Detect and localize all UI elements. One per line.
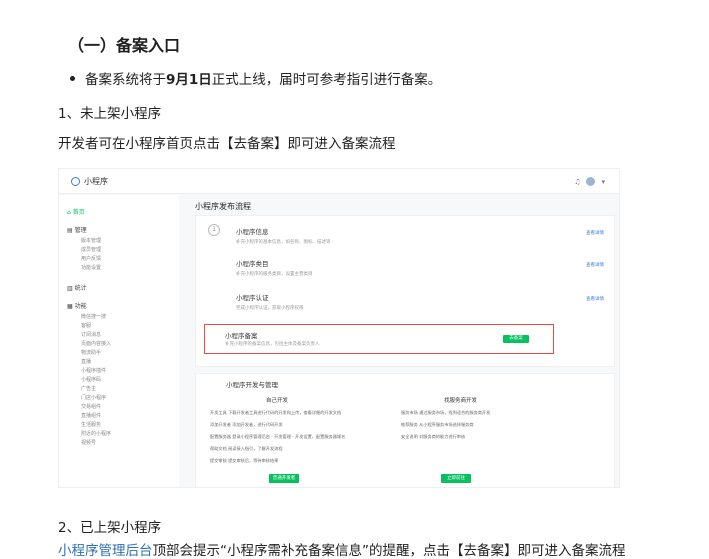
bullet-item: 备案系统将于 9月1日 正式上线，届时可参考指引进行备案。 xyxy=(70,68,441,88)
step-title: 小程序类目 xyxy=(236,260,269,268)
dev-left-row: 添加开发者 添加开发者，进行代码开发 xyxy=(210,422,283,427)
chevron-down-icon: ▾ xyxy=(601,177,605,186)
bell-icon: ♫ xyxy=(574,177,581,186)
step-title: 小程序认证 xyxy=(236,294,269,302)
go-beian-button[interactable]: 去备案 xyxy=(503,335,529,343)
sidebar-sub: 订阅消息 xyxy=(81,332,102,338)
dev-left-row: 提交审核 提交审核后，等待审核结果 xyxy=(210,458,279,463)
sidebar-sub: 物流助手 xyxy=(81,350,102,356)
sidebar-sub: 直播 xyxy=(81,359,92,365)
paragraph-published-text: 顶部会提示“小程序需补充备案信息”的提醒，点击【去备案】即可进入备案流程 xyxy=(152,543,626,559)
bullet-text-pre: 备案系统将于 xyxy=(85,72,166,88)
dev-left-row: 配置服务器 登录小程序管理后台 - 开发管理 - 开发设置，配置服务器域名 xyxy=(210,434,346,439)
shot-logo-text: 小程序 xyxy=(84,177,108,186)
section-heading: （一）备案入口 xyxy=(68,36,181,55)
beian-step-desc: 补充小程序的备案信息，包括主体及备案负责人 xyxy=(225,342,320,347)
shot-topbar: 小程序 ♫ ▾ xyxy=(59,169,619,194)
shot-sidebar: ⌂ 首页 ▤ 管理 版本管理 成员管理 用户反馈 功能设置 ▥ 统计 ▦ 功能 … xyxy=(59,195,179,487)
sidebar-sub: 门店小程序 xyxy=(81,395,107,401)
sidebar-sub: 附近的小程序 xyxy=(81,431,112,437)
sidebar-sub: 版本管理 xyxy=(81,238,102,244)
bullet-text-post: 正式上线，届时可参考指引进行备案。 xyxy=(211,72,442,88)
dev-right-button[interactable]: 立即前往 xyxy=(441,474,471,483)
sidebar-sub: 用户反馈 xyxy=(81,256,102,262)
shot-topbar-right: ♫ ▾ xyxy=(574,177,605,186)
paragraph-unpublished: 开发者可在小程序首页点击【去备案】即可进入备案流程 xyxy=(58,136,396,152)
step-category: 小程序类目 补充小程序的服务类目，设置主营类目 xyxy=(236,258,313,277)
subheading-published: 2、已上架小程序 xyxy=(58,520,162,536)
highlighted-beian-step: 小程序备案 补充小程序的备案信息，包括主体及备案负责人 去备案 xyxy=(204,324,554,354)
step-title: 小程序信息 xyxy=(236,228,269,236)
dev-right-row: 安全说明 对服务商的能力进行审核 xyxy=(401,434,466,439)
mini-program-logo-icon xyxy=(71,177,80,186)
sidebar-sub: 视频号 xyxy=(81,440,97,446)
dev-left-button[interactable]: 普通开发者 xyxy=(269,474,299,483)
step-desc: 补充小程序的基本信息，如名称、图标、描述等 xyxy=(236,240,331,245)
beian-step-title: 小程序备案 xyxy=(225,332,258,340)
avatar xyxy=(586,177,596,186)
dev-right-row: 推荐服务 从小程序服务市场选择服务商 xyxy=(401,422,474,427)
paragraph-published: 小程序管理后台顶部会提示“小程序需补充备案信息”的提醒，点击【去备案】即可进入备… xyxy=(58,539,626,559)
shot-main-title: 小程序发布流程 xyxy=(195,202,251,211)
dev-right-row: 服务市场 通过服务市场，找到适合的服务商开发 xyxy=(401,410,491,415)
step-info: 小程序信息 补充小程序的基本信息，如名称、图标、描述等 xyxy=(236,226,331,245)
sidebar-sub: 广告主 xyxy=(81,386,97,392)
dev-left-row: 帮助文档 阅读接入指引，了解开发流程 xyxy=(210,446,283,451)
sidebar-item-features: ▦ 功能 xyxy=(67,303,87,310)
step-number-1: 1 xyxy=(208,224,220,236)
embedded-screenshot: 小程序 ♫ ▾ ⌂ 首页 ▤ 管理 版本管理 成员管理 用户反馈 功能设置 ▥ 统… xyxy=(58,168,620,488)
dev-card: 小程序开发与管理 自己开发 找服务商开发 开发工具 下载开发者工具进行代码的开发… xyxy=(195,373,615,487)
step-auth: 小程序认证 完成小程序认证，获取小程序权限 xyxy=(236,292,304,311)
shot-logo: 小程序 xyxy=(71,176,108,187)
sidebar-item-manage: ▤ 管理 xyxy=(67,227,87,234)
step-desc: 补充小程序的服务类目，设置主营类目 xyxy=(236,272,313,277)
step-link[interactable]: 查看详情 xyxy=(586,230,604,236)
sidebar-item-stats: ▥ 统计 xyxy=(67,285,87,292)
sidebar-sub: 功能设置 xyxy=(81,265,102,271)
dev-left-title: 自己开发 xyxy=(266,398,289,404)
sidebar-sub: 成员管理 xyxy=(81,247,102,253)
subheading-unpublished: 1、未上架小程序 xyxy=(58,106,162,122)
admin-backend-link[interactable]: 小程序管理后台 xyxy=(58,543,153,559)
dev-left-row: 开发工具 下载开发者工具进行代码的开发和上传，查看详细的开发文档 xyxy=(210,410,342,415)
sidebar-sub: 客服 xyxy=(81,323,92,329)
sidebar-sub: 交易组件 xyxy=(81,404,102,410)
sidebar-sub: 微信搜一搜 xyxy=(81,314,107,320)
sidebar-sub: 小程序插件 xyxy=(81,368,107,374)
sidebar-sub: 生活服务 xyxy=(81,422,102,428)
step-link[interactable]: 查看详情 xyxy=(586,296,604,302)
sidebar-sub: 页面内容接入 xyxy=(81,341,112,347)
bullet-dot xyxy=(70,75,75,81)
sidebar-sub: 小程序码 xyxy=(81,377,102,383)
step-desc: 完成小程序认证，获取小程序权限 xyxy=(236,306,304,311)
dev-section-title: 小程序开发与管理 xyxy=(226,381,278,389)
dev-right-title: 找服务商开发 xyxy=(444,398,478,404)
sidebar-sub: 直播组件 xyxy=(81,413,102,419)
bullet-text-date: 9月1日 xyxy=(166,72,212,88)
step-link[interactable]: 查看详情 xyxy=(586,262,604,268)
sidebar-item-home: ⌂ 首页 xyxy=(67,209,85,216)
